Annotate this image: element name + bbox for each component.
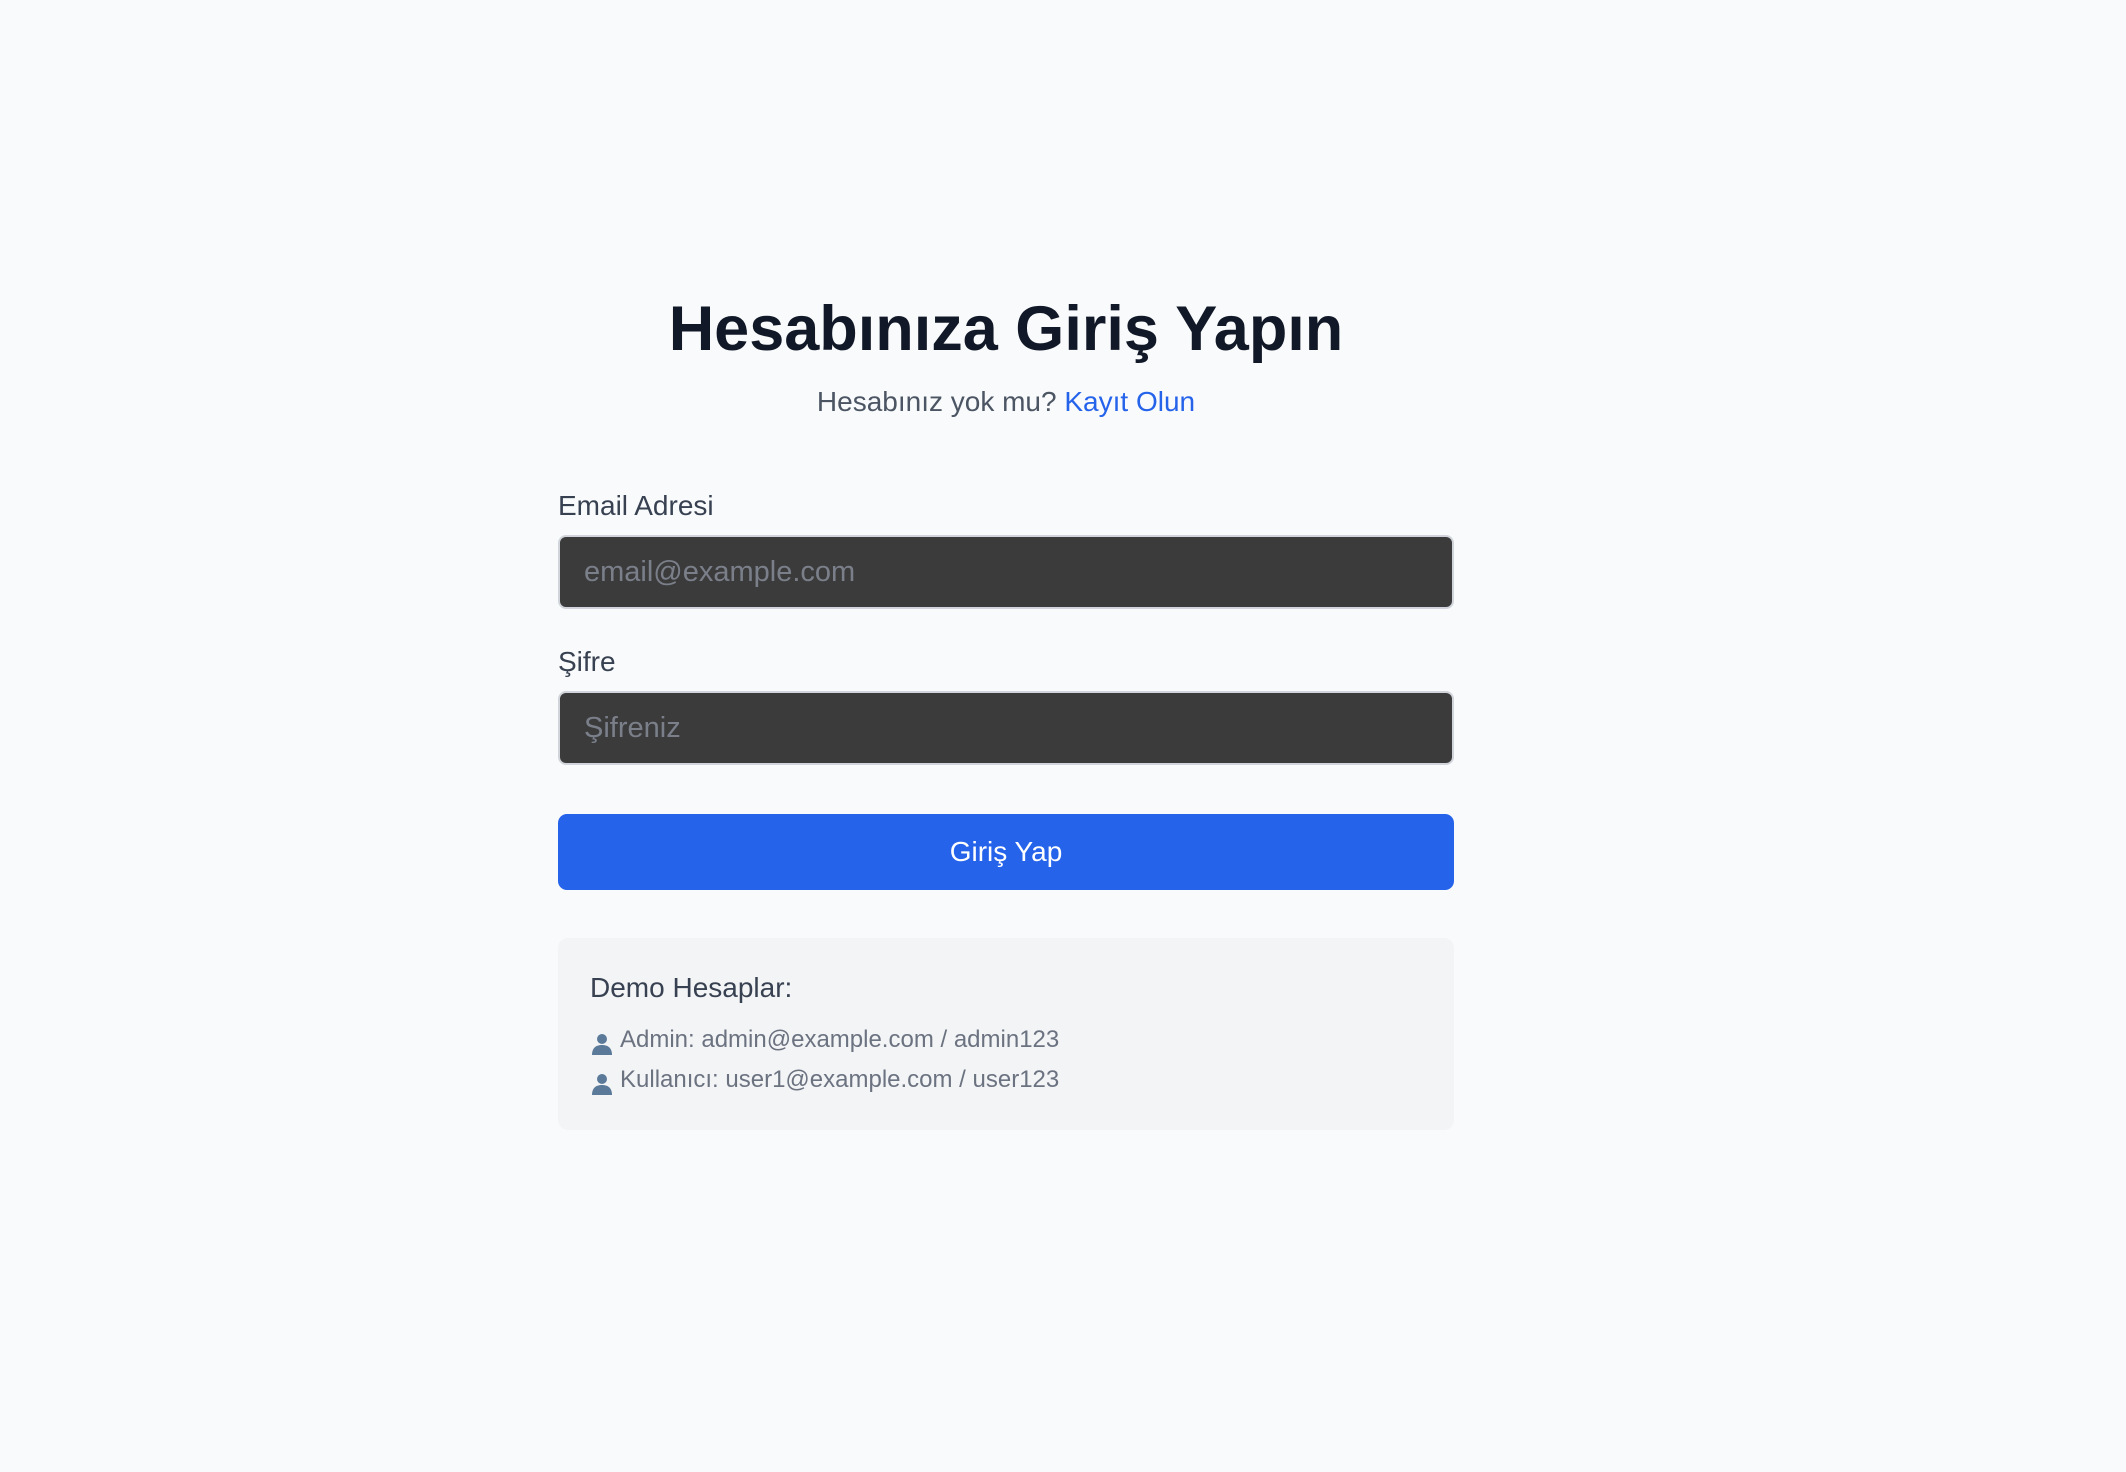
demo-accounts-box: Demo Hesaplar: Admin: admin@example.com … xyxy=(558,938,1454,1130)
password-label: Şifre xyxy=(558,646,616,677)
user-icon xyxy=(590,1028,614,1055)
page-title: Hesabınıza Giriş Yapın xyxy=(668,294,1344,364)
demo-account-user-text: Kullanıcı: user1@example.com / user123 xyxy=(620,1066,1060,1093)
demo-accounts-title: Demo Hesaplar: xyxy=(590,972,793,1003)
register-prompt: Hesabınız yok mu? Kayıt Olun xyxy=(558,382,1454,422)
demo-account-user: Kullanıcı: user1@example.com / user123 xyxy=(590,1060,1422,1100)
demo-account-admin-text: Admin: admin@example.com / admin123 xyxy=(620,1026,1060,1053)
email-input[interactable] xyxy=(558,535,1454,609)
demo-account-admin: Admin: admin@example.com / admin123 xyxy=(590,1020,1422,1060)
user-icon xyxy=(590,1068,614,1095)
password-input[interactable] xyxy=(558,691,1454,765)
email-label: Email Adresi xyxy=(558,490,714,521)
login-button[interactable]: Giriş Yap xyxy=(558,814,1454,890)
register-link[interactable]: Kayıt Olun xyxy=(1064,386,1195,417)
register-prompt-text: Hesabınız yok mu? xyxy=(816,386,1057,417)
